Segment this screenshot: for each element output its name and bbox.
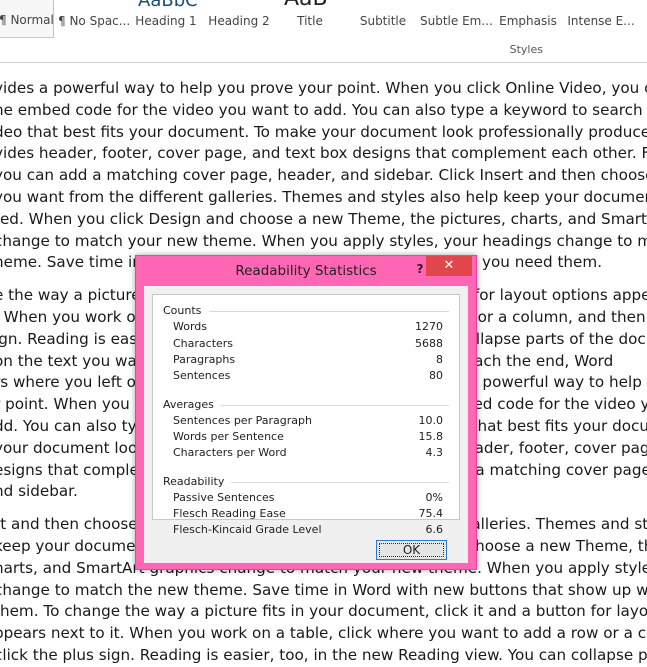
document-line: click the plus sign. Reading is easier, … xyxy=(0,645,647,664)
style-label: Intense E... xyxy=(567,14,635,28)
stat-row-sentences-per-paragraph: Sentences per Paragraph 10.0 xyxy=(173,414,443,430)
averages-heading: Averages xyxy=(163,398,214,411)
stat-value: 80 xyxy=(429,369,443,382)
counts-divider xyxy=(209,311,449,312)
document-line: them. To change the way a picture fits i… xyxy=(0,602,647,621)
stat-label: Sentences per Paragraph xyxy=(173,414,312,427)
style-preview-peek: AaBbC xyxy=(138,0,198,11)
stat-row-characters-per-word: Characters per Word 4.3 xyxy=(173,446,443,462)
styles-row: ¶ Normal ¶ No Spac... AaBbC Heading 1 He… xyxy=(0,0,647,40)
style-heading-2[interactable]: Heading 2 xyxy=(204,0,274,38)
document-line: change to match your new theme. When you… xyxy=(0,231,647,250)
stat-row-words: Words 1270 xyxy=(173,320,443,336)
style-subtitle[interactable]: Subtitle xyxy=(350,0,416,38)
readability-heading: Readability xyxy=(163,475,225,488)
document-paragraph[interactable]: vides a powerful way to help you prove y… xyxy=(0,78,647,274)
averages-divider xyxy=(221,405,449,406)
stat-row-words-per-sentence: Words per Sentence 15.8 xyxy=(173,430,443,446)
counts-heading: Counts xyxy=(163,304,202,317)
stat-label: Flesch-Kincaid Grade Level xyxy=(173,523,322,536)
stat-label: Characters per Word xyxy=(173,446,287,459)
stat-label: Characters xyxy=(173,337,234,350)
stat-label: Words xyxy=(173,320,208,333)
stat-value: 5688 xyxy=(415,337,443,350)
stat-value: 0% xyxy=(425,491,443,504)
ok-button[interactable]: OK xyxy=(376,540,447,560)
stat-value: 10.0 xyxy=(418,414,444,427)
style-label: Heading 2 xyxy=(208,14,270,28)
focus-rectangle xyxy=(379,543,444,557)
stat-row-paragraphs: Paragraphs 8 xyxy=(173,353,443,369)
close-button[interactable]: ✕ xyxy=(426,256,472,276)
document-line: change to match the new theme. Save time… xyxy=(0,580,647,599)
stat-label: Sentences xyxy=(173,369,231,382)
stat-row-flesch-kincaid-grade: Flesch-Kincaid Grade Level 6.6 xyxy=(173,523,443,539)
styles-group-caption: Styles xyxy=(509,43,543,56)
stat-value: 15.8 xyxy=(418,430,444,443)
readability-divider xyxy=(231,482,449,483)
style-subtle-emphasis[interactable]: Subtle Em... xyxy=(420,0,492,38)
style-title[interactable]: AaB Title xyxy=(278,0,342,38)
styles-gallery: ¶ Normal ¶ No Spac... AaBbC Heading 1 He… xyxy=(0,0,647,63)
statistics-panel: Counts Words 1270 Characters 5688 Paragr… xyxy=(152,294,460,536)
dialog-client-area: Counts Words 1270 Characters 5688 Paragr… xyxy=(144,286,468,563)
style-label: Subtle Em... xyxy=(420,14,492,28)
document-line: he embed code for the video you want to … xyxy=(0,100,647,119)
stat-label: Paragraphs xyxy=(173,353,236,366)
stat-row-sentences: Sentences 80 xyxy=(173,369,443,385)
document-line: vides header, footer, cover page, and te… xyxy=(0,144,647,163)
style-heading-1[interactable]: AaBbC Heading 1 xyxy=(134,0,198,38)
style-preview-peek: AaB xyxy=(284,0,328,11)
stat-label: Passive Sentences xyxy=(173,491,275,504)
style-label: Emphasis xyxy=(499,14,557,28)
stat-row-characters: Characters 5688 xyxy=(173,337,443,353)
close-icon: ✕ xyxy=(443,258,455,273)
document-line: you can add a matching cover page, heade… xyxy=(0,166,647,185)
dialog-titlebar[interactable]: Readability Statistics ? ✕ xyxy=(136,256,476,286)
stat-value: 8 xyxy=(436,353,443,366)
stat-value: 1270 xyxy=(415,320,443,333)
style-label: Subtitle xyxy=(359,14,407,28)
style-emphasis[interactable]: Emphasis xyxy=(496,0,560,38)
style-no-spacing[interactable]: ¶ No Spac... xyxy=(58,0,130,38)
document-line: you want from the different galleries. T… xyxy=(0,187,647,206)
document-line: vides a powerful way to help you prove y… xyxy=(0,79,647,97)
document-line: deo that best fits your document. To mak… xyxy=(0,122,647,141)
style-label: ¶ No Spac... xyxy=(58,14,130,28)
stat-row-flesch-reading-ease: Flesch Reading Ease 75.4 xyxy=(173,507,443,523)
style-label: ¶ Normal xyxy=(0,13,53,27)
document-line: ted. When you click Design and choose a … xyxy=(0,209,647,228)
style-normal[interactable]: ¶ Normal xyxy=(0,0,54,38)
stat-label: Words per Sentence xyxy=(173,430,284,443)
style-intense-emphasis[interactable]: Intense E... xyxy=(566,0,636,38)
style-label: Title xyxy=(297,14,323,28)
style-label: Heading 1 xyxy=(135,14,197,28)
stat-label: Flesch Reading Ease xyxy=(173,507,286,520)
stat-value: 4.3 xyxy=(425,446,444,459)
stat-value: 6.6 xyxy=(425,523,444,536)
stat-value: 75.4 xyxy=(418,507,444,520)
stat-row-passive-sentences: Passive Sentences 0% xyxy=(173,491,443,507)
readability-statistics-dialog: Readability Statistics ? ✕ Counts Words … xyxy=(135,255,477,570)
document-line: ppears next to it. When you work on a ta… xyxy=(0,624,647,643)
